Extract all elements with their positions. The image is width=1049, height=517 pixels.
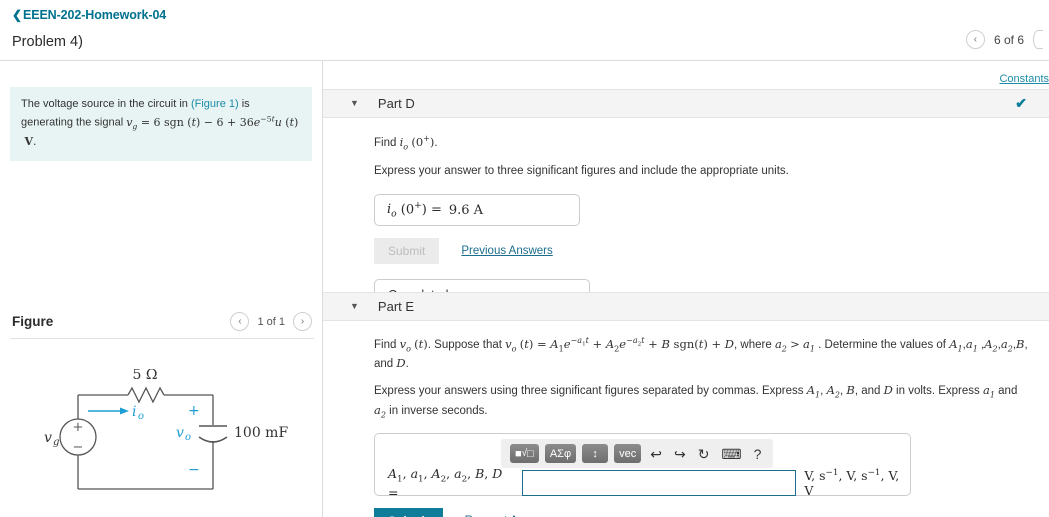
svg-text:−: − [73,440,84,455]
part-d-instruction: Express your answer to three significant… [374,165,789,178]
part-e-body: Find vo (t). Suppose that vo (t) = A1e−a… [374,335,1039,517]
part-d-submit-button[interactable]: Submit [374,238,440,265]
constants-link[interactable]: Constants [999,73,1049,85]
svg-text:o: o [138,411,144,422]
redo-icon[interactable]: ↪ [671,447,689,461]
problem-pager: ‹ 6 of 6 [965,30,1043,49]
part-d-previous-answers-link[interactable]: Previous Answers [461,245,552,257]
svg-text:g: g [53,437,59,448]
arrows-updown-icon[interactable]: ↕ [582,444,609,464]
part-d-actions: Submit Previous Answers [374,238,1034,265]
reset-icon[interactable]: ↻ [695,447,713,461]
prev-problem-button[interactable]: ‹ [965,30,985,49]
part-e-label: Part E [377,299,415,314]
template-root-icon[interactable]: ■ √ □ [510,444,539,464]
part-d-label: Part D [377,96,415,111]
part-e-answer-prefix: A1, a1, A2, a2, B, D = [388,466,503,500]
undo-icon[interactable]: ↩ [647,447,665,461]
part-e-answer-card: ■ √ □ ΑΣφ ↕ vec ↩ ↪ ↻ ⌨ ? A1, a1, A2, a2, … [374,433,911,500]
problem-statement: The voltage source in the circuit in (Fi… [10,87,312,161]
part-e-answer-row: A1, a1, A2, a2, B, D = V, s−1, V, s−1, V… [388,466,910,500]
svg-text:+: + [73,420,84,435]
part-d-answer-value: 9.6 A [448,202,484,218]
part-d-body: Find io (0+). Express your answer to thr… [374,133,1034,312]
breadcrumb-label: EEEN-202-Homework-04 [22,8,167,22]
svg-text:v: v [44,430,52,446]
svg-text:100 mF: 100 mF [234,425,288,441]
svg-text:−: − [188,462,200,478]
svg-text:v: v [176,425,184,441]
part-e-prompt: Find vo (t). Suppose that vo (t) = A1e−a… [374,336,1028,371]
figure-header: Figure ‹ 1 of 1 › [12,312,312,331]
statement-text-1: The voltage source in the circuit in [21,98,191,110]
problem-pager-label: 6 of 6 [993,32,1024,47]
part-e-answer-input[interactable] [522,469,797,496]
chevron-down-icon: ▼ [350,301,359,311]
part-e-units: V, s−1, V, s−1, V, V [804,467,900,498]
figure-divider [10,338,314,339]
right-panel: Constants ▼ Part D ✔ Find io (0+). Expre… [323,61,1049,517]
math-toolbar: ■ √ □ ΑΣφ ↕ vec ↩ ↪ ↻ ⌨ ? [501,439,774,469]
part-d-answer-field[interactable]: io (0+) = 9.6 A [374,194,580,227]
part-e-instruction: Express your answers using three signifi… [374,383,1018,420]
part-e-header[interactable]: ▼ Part E [323,292,1049,321]
vector-icon[interactable]: vec [614,444,642,464]
check-icon: ✔ [1015,95,1027,111]
part-d-answer-prefix: io (0+) = [387,200,442,220]
svg-text:5 Ω: 5 Ω [133,369,158,383]
next-problem-button[interactable] [1033,30,1043,49]
figure-pager-label: 1 of 1 [257,315,285,328]
part-d-header[interactable]: ▼ Part D ✔ [323,89,1049,118]
statement-formula: vg [126,115,138,131]
circuit-diagram: + − v g 5 Ω i o 100 mF v o + − [16,367,306,509]
greek-symbols-icon[interactable]: ΑΣφ [544,444,577,464]
figure-pager: ‹ 1 of 1 › [230,312,312,331]
keyboard-icon[interactable]: ⌨ [718,447,744,461]
problem-page: ❮ EEEN-202-Homework-04 Problem 4) ‹ 6 of… [0,0,1049,517]
figure-prev-button[interactable]: ‹ [230,312,250,331]
chevron-left-icon: ❮ [12,8,22,22]
part-e-actions: Submit Request Answer [374,508,1039,517]
svg-text:+: + [188,403,200,419]
left-panel: The voltage source in the circuit in (Fi… [0,61,322,517]
figure-next-button[interactable]: › [293,312,312,331]
part-e-submit-button[interactable]: Submit [374,508,443,517]
figure-link[interactable]: (Figure 1) [191,98,239,110]
svg-text:o: o [185,432,191,443]
part-d-prompt: Find io (0+). [374,134,438,152]
help-icon[interactable]: ? [751,447,765,461]
svg-text:i: i [132,404,136,420]
figure-title: Figure [12,314,54,329]
page-title: Problem 4) [12,34,83,50]
breadcrumb[interactable]: ❮ EEEN-202-Homework-04 [12,8,166,22]
chevron-down-icon: ▼ [350,98,359,108]
